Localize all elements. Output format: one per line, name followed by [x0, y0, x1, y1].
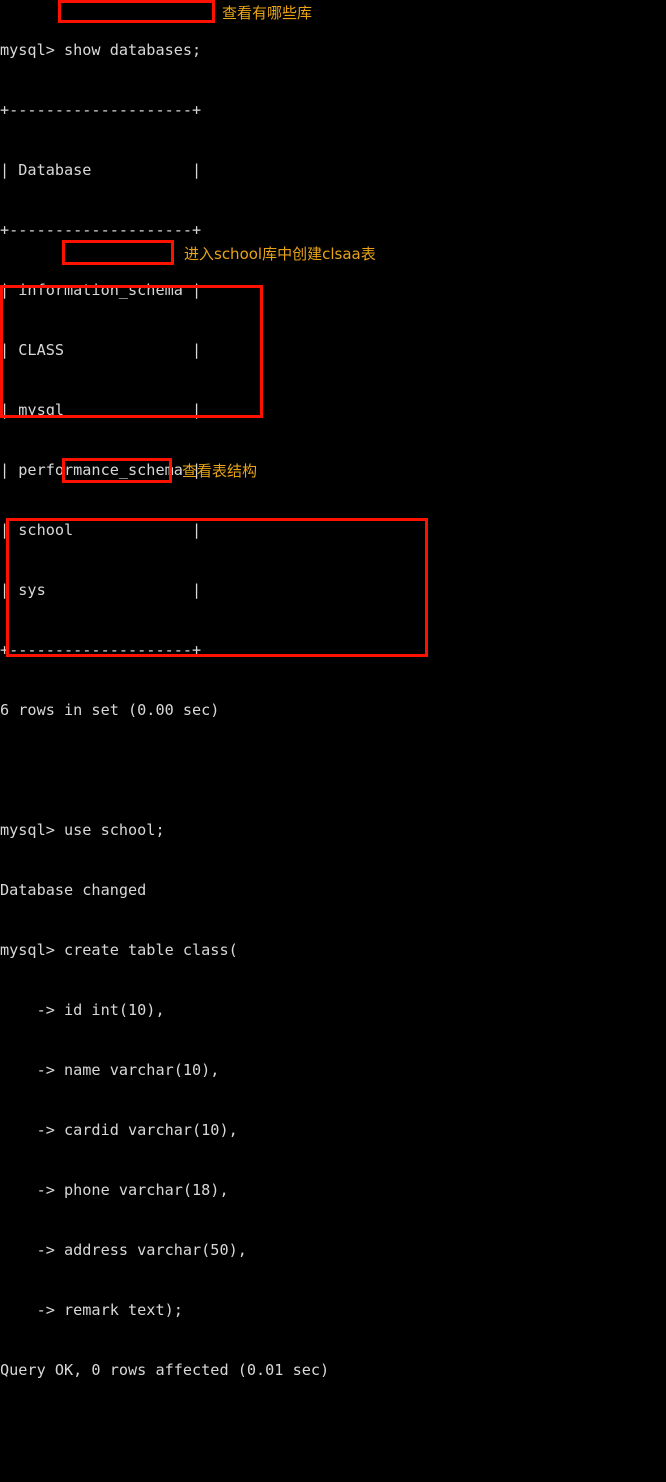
terminal-line-create-col-phone: -> phone varchar(18),: [0, 1181, 229, 1199]
terminal-line-query-ok: Query OK, 0 rows affected (0.01 sec): [0, 1361, 330, 1379]
terminal-line-create-col-cardid: -> cardid varchar(10),: [0, 1121, 238, 1139]
terminal-line-create-col-name: -> name varchar(10),: [0, 1061, 220, 1079]
terminal-line-table-header: | Database |: [0, 161, 202, 179]
annotation-use-school: 进入school库中创建clsaa表: [184, 245, 376, 263]
terminal-line-database-row: | CLASS |: [0, 341, 202, 359]
terminal-line-prompt-use-school: mysql> use school;: [0, 821, 165, 839]
terminal-line-database-row: | school |: [0, 521, 202, 539]
terminal-line-create-col-remark: -> remark text);: [0, 1301, 183, 1319]
annotation-desc-class: 查看表结构: [182, 462, 258, 480]
terminal-line-table-border: +--------------------+: [0, 101, 202, 119]
terminal-line-database-row: | sys |: [0, 581, 202, 599]
terminal-line-database-changed: Database changed: [0, 881, 147, 899]
terminal-line-row-count: 6 rows in set (0.00 sec): [0, 701, 220, 719]
terminal-line-create-col-address: -> address varchar(50),: [0, 1241, 247, 1259]
terminal-line-table-border: +--------------------+: [0, 641, 202, 659]
terminal-line-database-row: | information_schema |: [0, 281, 202, 299]
terminal-line-create-table: mysql> create table class(: [0, 941, 238, 959]
terminal-line-prompt-desc-class: mysql> desc class;: [0, 1480, 666, 1482]
terminal-line-create-col-id: -> id int(10),: [0, 1001, 165, 1019]
terminal-output[interactable]: mysql> show databases; +----------------…: [0, 0, 666, 1482]
terminal-line-table-border: +--------------------+: [0, 221, 202, 239]
terminal-line-database-row: | mysql |: [0, 401, 202, 419]
terminal-line-prompt-show-databases: mysql> show databases;: [0, 41, 202, 59]
terminal-line-database-row: | performance_schema |: [0, 461, 202, 479]
annotation-show-databases: 查看有哪些库: [222, 4, 313, 22]
